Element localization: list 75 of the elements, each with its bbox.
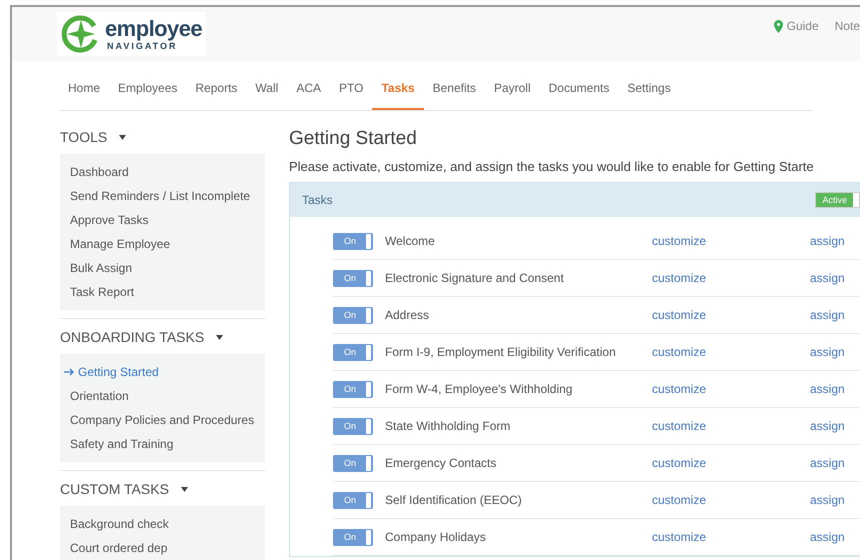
sidebar-item[interactable]: Getting Started bbox=[60, 360, 265, 384]
assign-link[interactable]: assign bbox=[810, 306, 845, 324]
customize-link[interactable]: customize bbox=[652, 417, 810, 436]
sidebar-item[interactable]: Bulk Assign bbox=[60, 256, 265, 280]
customize-link[interactable]: customize bbox=[652, 380, 810, 398]
toggle-switch[interactable]: On bbox=[333, 454, 373, 472]
task-name: Form W-4, Employee's Withholding bbox=[385, 381, 574, 398]
toggle-switch[interactable]: On bbox=[333, 528, 373, 546]
panel-title: Tasks bbox=[302, 192, 333, 210]
sidebar-item[interactable]: Safety and Training bbox=[60, 432, 265, 456]
nav-tab[interactable]: Wall bbox=[246, 79, 288, 110]
nav-tab[interactable]: Settings bbox=[618, 79, 680, 110]
dropdown-caret-icon[interactable] bbox=[119, 135, 126, 140]
nav-tab[interactable]: Documents bbox=[540, 79, 618, 110]
assign-link[interactable]: assign bbox=[810, 417, 845, 436]
sidebar-item[interactable]: Send Reminders / List Incomplete bbox=[60, 184, 265, 208]
sidebar-item[interactable]: Task Report bbox=[60, 280, 265, 304]
task-name: Company Holidays bbox=[385, 529, 487, 546]
task-name: Self Identification (EEOC) bbox=[385, 492, 523, 510]
section-heading[interactable]: CUSTOM TASKS bbox=[60, 479, 169, 500]
customize-link[interactable]: customize bbox=[652, 454, 810, 472]
sidebar-item[interactable]: Manage Employee bbox=[60, 232, 265, 256]
task-name: Emergency Contacts bbox=[385, 455, 498, 472]
toggle-switch[interactable]: On bbox=[333, 270, 373, 287]
sidebar-item[interactable]: Approve Tasks bbox=[60, 208, 265, 232]
task-name: Form I-9, Employment Eligibility Verification bbox=[385, 344, 617, 362]
toggle-switch[interactable]: On bbox=[333, 344, 373, 361]
toggle-switch[interactable]: On bbox=[333, 232, 373, 250]
right-arrow-icon bbox=[64, 368, 74, 376]
section-heading[interactable]: ONBOARDING TASKS bbox=[60, 327, 204, 348]
intro-text: Please activate, customize, and assign the tasks you would like to enable for Getting Starte bbox=[289, 158, 815, 176]
logo-wordmark: employee bbox=[105, 18, 202, 40]
customize-link[interactable]: customize bbox=[652, 306, 810, 324]
assign-link[interactable]: assign bbox=[810, 343, 845, 362]
task-name: Address bbox=[385, 307, 430, 324]
toggle-switch[interactable]: On bbox=[333, 380, 373, 398]
nav-tab[interactable]: PTO bbox=[330, 79, 372, 110]
nav-tab[interactable]: Payroll bbox=[484, 79, 540, 110]
dropdown-caret-icon[interactable] bbox=[216, 335, 224, 340]
nav-tab[interactable]: Home bbox=[60, 79, 110, 110]
sidebar-item[interactable]: Background check bbox=[60, 512, 265, 536]
toggle-switch[interactable]: On bbox=[333, 492, 373, 509]
task-name: State Withholding Form bbox=[385, 418, 512, 436]
assign-link[interactable]: assign bbox=[810, 454, 845, 472]
customize-link[interactable]: customize bbox=[652, 491, 810, 510]
assign-link[interactable]: assign bbox=[810, 491, 845, 510]
customize-link[interactable]: customize bbox=[652, 269, 810, 288]
nav-tab[interactable]: Employees bbox=[109, 79, 186, 110]
assign-link[interactable]: assign bbox=[810, 232, 845, 250]
sidebar-item[interactable]: Company Policies and Procedures bbox=[60, 408, 265, 432]
nav-tab[interactable]: Tasks bbox=[372, 79, 424, 110]
assign-link[interactable]: assign bbox=[810, 269, 845, 288]
toggle-switch[interactable]: On bbox=[333, 306, 373, 324]
page-title: Getting Started bbox=[289, 127, 418, 151]
nav-tab[interactable]: Benefits bbox=[424, 79, 485, 110]
section-heading[interactable]: TOOLS bbox=[60, 127, 108, 148]
toggle-switch[interactable]: On bbox=[333, 418, 373, 435]
customize-link[interactable]: customize bbox=[652, 232, 810, 250]
customize-link[interactable]: customize bbox=[652, 343, 810, 362]
sidebar-item[interactable]: Court ordered dep bbox=[60, 536, 265, 560]
assign-link[interactable]: assign bbox=[810, 380, 845, 398]
nav-tab[interactable]: ACA bbox=[287, 79, 330, 110]
task-name: Electronic Signature and Consent bbox=[385, 270, 565, 288]
header-link[interactable]: Note bbox=[834, 17, 860, 35]
header-link[interactable]: Guide bbox=[786, 17, 819, 35]
logo-subtitle: NAVIGATOR bbox=[107, 42, 178, 50]
sidebar-item[interactable]: Orientation bbox=[60, 384, 265, 408]
nav-tab[interactable]: Reports bbox=[186, 79, 246, 110]
sidebar-item[interactable]: Dashboard bbox=[60, 160, 265, 184]
customize-link[interactable]: customize bbox=[652, 528, 810, 546]
task-name: Welcome bbox=[385, 233, 436, 250]
assign-link[interactable]: assign bbox=[810, 528, 845, 546]
dropdown-caret-icon[interactable] bbox=[180, 487, 188, 492]
status-switch[interactable]: Active bbox=[815, 192, 860, 208]
location-pin-icon bbox=[774, 20, 783, 32]
